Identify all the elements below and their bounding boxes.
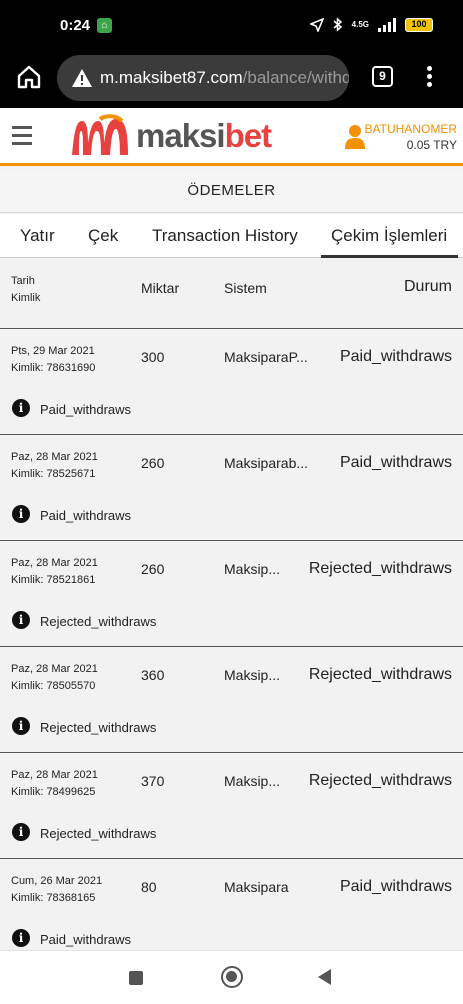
row-status: Rejected_withdraws: [308, 666, 452, 683]
recent-apps-icon[interactable]: [129, 971, 143, 985]
row-date: Cum, 26 Mar 2021: [11, 875, 103, 887]
app-notification-icon: ⌂: [97, 18, 112, 33]
site-logo[interactable]: maksibet: [70, 113, 272, 159]
site-header: maksibet BATUHANOMER 0.05 TRY: [0, 108, 463, 166]
row-system: Maksip...: [224, 667, 281, 683]
table-row[interactable]: Pts, 29 Mar 2021 Kimlik: 78631690 300 Mak…: [0, 329, 463, 435]
row-amount: 80: [141, 879, 157, 895]
row-info-text: Rejected_withdraws: [40, 614, 157, 629]
network-type: 4.5G: [351, 20, 369, 29]
browser-menu-icon[interactable]: [427, 66, 433, 88]
info-icon[interactable]: i: [12, 929, 30, 947]
logo-text: maksibet: [136, 117, 272, 154]
row-amount: 360: [141, 667, 165, 683]
info-icon[interactable]: i: [12, 717, 30, 735]
table-row[interactable]: Paz, 28 Mar 2021 Kimlik: 78521861 260 Mak…: [0, 541, 463, 647]
row-id: Kimlik: 78368165: [11, 892, 96, 904]
tab-withdrawal-operations[interactable]: Çekim İşlemleri: [321, 214, 459, 258]
back-icon[interactable]: [318, 969, 331, 985]
row-status: Rejected_withdraws: [308, 772, 452, 789]
battery-icon: 100: [405, 17, 433, 32]
info-icon[interactable]: i: [12, 611, 30, 629]
system-nav-bar: [0, 950, 463, 1004]
table-row[interactable]: Paz, 28 Mar 2021 Kimlik: 78505570 360 Mak…: [0, 647, 463, 753]
logo-mark-icon: [72, 114, 128, 155]
url-host: m.maksibet87.com: [100, 68, 243, 87]
payment-tabs: Yatır Çek Transaction History Çekim İşle…: [0, 214, 463, 258]
url-text: m.maksibet87.com/balance/withdr: [100, 68, 349, 88]
row-info-text: Rejected_withdraws: [40, 826, 157, 841]
status-icons: 4.5G 100: [309, 17, 433, 32]
row-date: Paz, 28 Mar 2021: [11, 769, 98, 781]
status-time: 0:24: [60, 17, 91, 34]
table-row[interactable]: Paz, 28 Mar 2021 Kimlik: 78499625 370 Mak…: [0, 753, 463, 859]
table-row[interactable]: Cum, 26 Mar 2021 Kimlik: 78368165 80 Maks…: [0, 859, 463, 950]
row-date-id: Paz, 28 Mar 2021 Kimlik: 78499625: [11, 767, 98, 801]
row-date: Paz, 28 Mar 2021: [11, 451, 98, 463]
tab-withdraw[interactable]: Çek: [88, 214, 118, 258]
header-amount: Miktar: [141, 280, 180, 296]
home-icon[interactable]: [16, 64, 42, 90]
row-amount: 300: [141, 349, 165, 365]
row-status: Paid_withdraws: [339, 454, 452, 471]
row-id: Kimlik: 78499625: [11, 786, 96, 798]
header-date-id: Tarih Kimlik: [11, 273, 40, 307]
status-bar: 0:24 ⌂ 4.5G 100: [0, 0, 463, 52]
user-balance: 0.05 TRY: [406, 138, 457, 152]
table-row[interactable]: Paz, 28 Mar 2021 Kimlik: 78525671 260 Mak…: [0, 435, 463, 541]
row-date-id: Paz, 28 Mar 2021 Kimlik: 78505570: [11, 661, 98, 695]
home-nav-icon[interactable]: [221, 966, 243, 988]
row-info-text: Paid_withdraws: [40, 508, 132, 523]
row-date: Paz, 28 Mar 2021: [11, 663, 98, 675]
info-icon[interactable]: i: [12, 399, 30, 417]
row-info-text: Paid_withdraws: [40, 932, 132, 947]
tab-deposit[interactable]: Yatır: [20, 214, 55, 258]
header-id: Kimlik: [11, 292, 41, 304]
location-icon: [309, 17, 324, 32]
header-status: Durum: [403, 278, 452, 295]
info-icon[interactable]: i: [12, 505, 30, 523]
page-title: ÖDEMELER: [0, 169, 463, 213]
row-amount: 370: [141, 773, 165, 789]
browser-toolbar: m.maksibet87.com/balance/withdr 9: [0, 52, 463, 108]
row-date: Paz, 28 Mar 2021: [11, 557, 98, 569]
row-system: Maksip...: [224, 773, 281, 789]
row-date-id: Cum, 26 Mar 2021 Kimlik: 78368165: [11, 873, 102, 907]
table-header: Tarih Kimlik Miktar Sistem Durum: [0, 259, 463, 329]
row-date-id: Paz, 28 Mar 2021 Kimlik: 78525671: [11, 449, 98, 483]
row-id: Kimlik: 78505570: [11, 680, 96, 692]
tab-transaction-history[interactable]: Transaction History: [152, 214, 298, 258]
row-status: Rejected_withdraws: [308, 560, 452, 577]
row-info-text: Rejected_withdraws: [40, 720, 157, 735]
info-icon[interactable]: i: [12, 823, 30, 841]
row-system: Maksip...: [224, 561, 281, 577]
bluetooth-icon: [333, 17, 342, 32]
row-info-text: Paid_withdraws: [40, 402, 132, 417]
row-id: Kimlik: 78631690: [11, 362, 96, 374]
header-system: Sistem: [224, 280, 267, 296]
row-date-id: Pts, 29 Mar 2021 Kimlik: 78631690: [11, 343, 95, 377]
url-path: /balance/withdr: [242, 68, 349, 87]
row-system: Maksipara: [224, 879, 289, 895]
tab-switcher-button[interactable]: 9: [372, 66, 393, 87]
row-amount: 260: [141, 561, 165, 577]
row-id: Kimlik: 78521861: [11, 574, 96, 586]
header-date: Tarih: [11, 275, 35, 287]
row-amount: 260: [141, 455, 165, 471]
username[interactable]: BATUHANOMER: [365, 122, 457, 136]
row-system: Maksiparab...: [224, 455, 309, 471]
row-id: Kimlik: 78525671: [11, 468, 96, 480]
row-status: Paid_withdraws: [339, 878, 452, 895]
row-date-id: Paz, 28 Mar 2021 Kimlik: 78521861: [11, 555, 98, 589]
warning-icon[interactable]: [71, 68, 93, 88]
user-icon[interactable]: [344, 124, 366, 150]
hamburger-menu-icon[interactable]: [12, 126, 32, 148]
address-bar[interactable]: m.maksibet87.com/balance/withdr: [57, 55, 349, 101]
page-content: maksibet BATUHANOMER 0.05 TRY ÖDEMELER Y…: [0, 108, 463, 950]
signal-icon: [378, 17, 396, 32]
row-system: MaksiparaP...: [224, 349, 308, 365]
withdrawal-list: Pts, 29 Mar 2021 Kimlik: 78631690 300 Mak…: [0, 329, 463, 950]
row-status: Paid_withdraws: [339, 348, 452, 365]
row-date: Pts, 29 Mar 2021: [11, 345, 95, 357]
